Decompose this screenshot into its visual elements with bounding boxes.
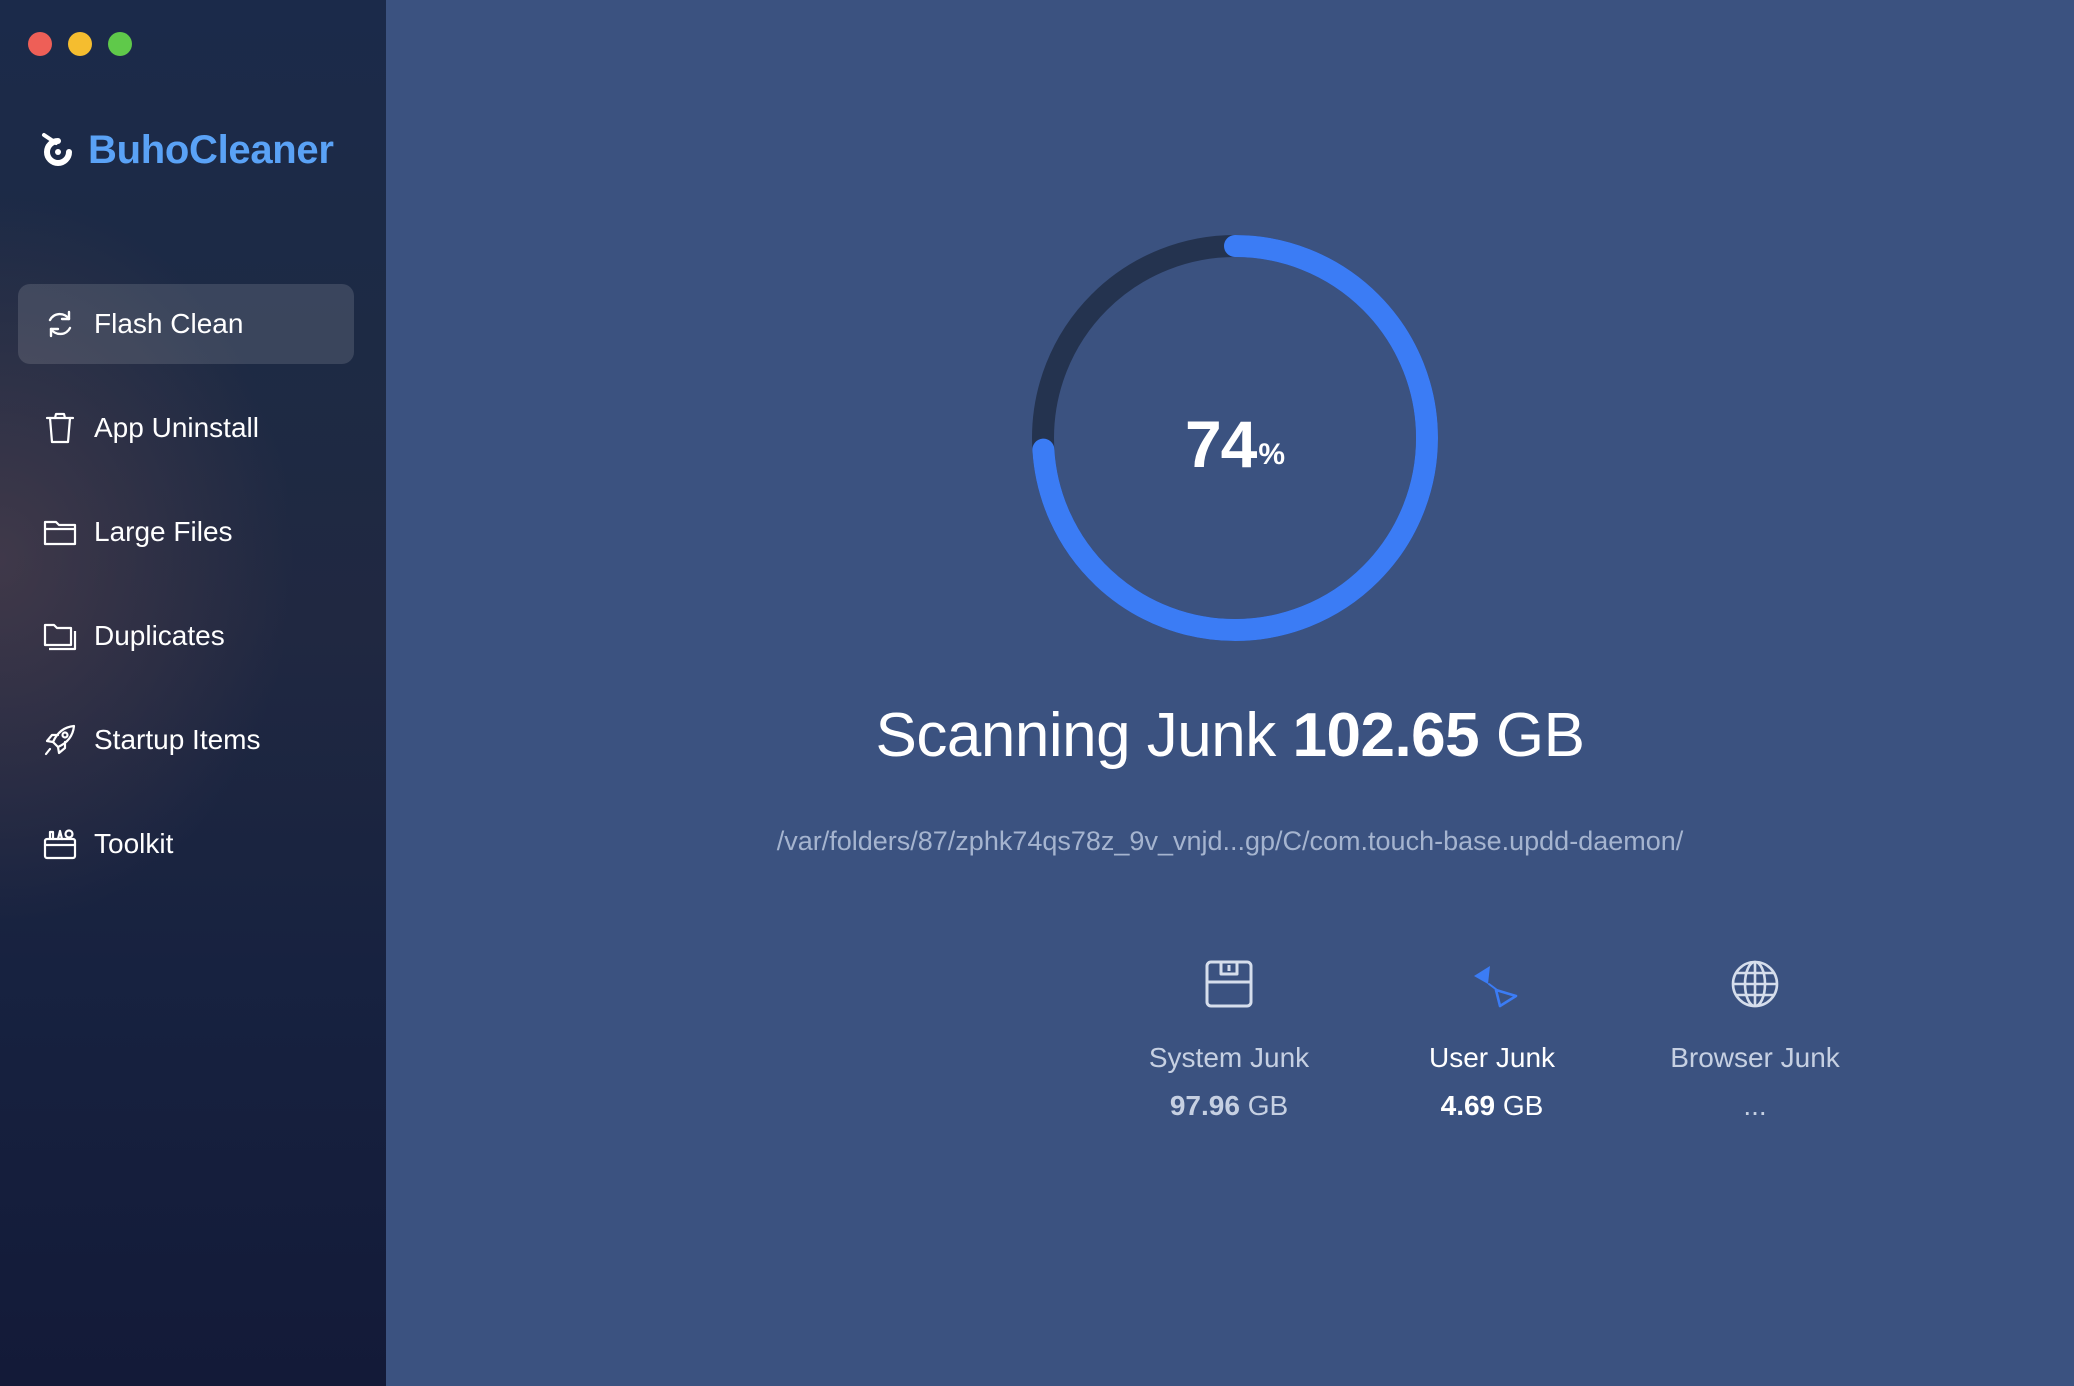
category-name: User Junk [1428, 1042, 1556, 1073]
scan-title-prefix: Scanning Junk [875, 701, 1277, 770]
trash-icon [42, 410, 78, 446]
category-size-value: 4.69 [1440, 1090, 1496, 1121]
sidebar-item-label: Duplicates [94, 620, 225, 651]
category-size-value: ... [1743, 1090, 1767, 1121]
scan-total-value: 102.65 [1292, 701, 1480, 770]
scan-current-path: /var/folders/87/zphk74qs78z_9v_vnjd...gp… [776, 826, 1684, 856]
buho-logo-icon [42, 132, 72, 166]
category-size-value: 97.96 [1169, 1090, 1240, 1121]
sidebar-item-label: Flash Clean [94, 308, 244, 339]
disk-icon [1099, 952, 1359, 1016]
sidebar-item-large-files[interactable]: Large Files [18, 492, 354, 572]
category-browser-junk: Browser Junk ... [1625, 952, 1885, 1122]
main-panel: 74 % Scanning Junk 102.65 GB /var/folder… [386, 0, 2074, 1386]
category-system-junk: System Junk 97.96 GB [1099, 952, 1359, 1122]
globe-icon [1625, 952, 1885, 1016]
scan-total-unit: GB [1495, 701, 1585, 770]
rocket-icon [42, 722, 78, 758]
zoom-window-button[interactable] [108, 32, 132, 56]
app-window: BuhoCleaner Flash Clean App Uninstall La… [0, 0, 2074, 1386]
progress-percent-unit: % [1258, 438, 1286, 471]
refresh-icon [42, 306, 78, 342]
progress-percent: 74 % [1025, 228, 1445, 648]
sidebar-item-label: Startup Items [94, 724, 261, 755]
sidebar-item-label: App Uninstall [94, 412, 259, 443]
sidebar-item-label: Large Files [94, 516, 233, 547]
app-name: BuhoCleaner [88, 128, 334, 172]
spinner-triangles-icon [1362, 952, 1622, 1016]
category-size: 4.69 GB [1362, 1090, 1622, 1122]
close-window-button[interactable] [28, 32, 52, 56]
sidebar-item-flash-clean[interactable]: Flash Clean [18, 284, 354, 364]
category-size-unit: GB [1247, 1090, 1289, 1121]
duplicate-folder-icon [42, 618, 78, 654]
category-size-unit: GB [1502, 1090, 1544, 1121]
category-user-junk: User Junk 4.69 GB [1362, 952, 1622, 1122]
category-size: ... [1625, 1090, 1885, 1122]
sidebar-item-app-uninstall[interactable]: App Uninstall [18, 388, 354, 468]
category-size: 97.96 GB [1099, 1090, 1359, 1122]
scan-progress-ring: 74 % [1025, 228, 1445, 648]
minimize-window-button[interactable] [68, 32, 92, 56]
category-name: System Junk [1148, 1042, 1310, 1073]
sidebar-item-duplicates[interactable]: Duplicates [18, 596, 354, 676]
window-controls [28, 32, 132, 56]
sidebar-item-toolkit[interactable]: Toolkit [18, 804, 354, 884]
sidebar-item-label: Toolkit [94, 828, 174, 859]
sidebar-item-startup-items[interactable]: Startup Items [18, 700, 354, 780]
category-name: Browser Junk [1670, 1042, 1840, 1073]
sidebar: BuhoCleaner Flash Clean App Uninstall La… [0, 0, 386, 1386]
folder-icon [42, 514, 78, 550]
toolkit-icon [42, 826, 78, 862]
sidebar-nav: Flash Clean App Uninstall Large Files Du… [18, 284, 354, 908]
brand: BuhoCleaner [40, 128, 334, 173]
scan-title: Scanning Junk 102.65 GB [386, 700, 2074, 771]
progress-percent-value: 74 [1184, 407, 1257, 481]
